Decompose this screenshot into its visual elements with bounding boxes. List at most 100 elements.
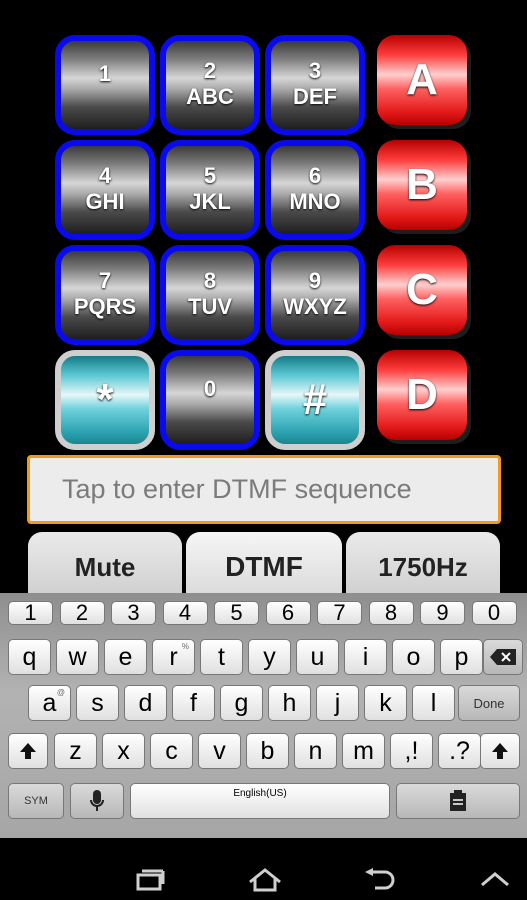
shift-key-left[interactable] [8, 733, 48, 769]
letter-key-r[interactable]: r% [152, 639, 195, 675]
key-char: w [68, 642, 87, 671]
done-key[interactable]: Done [458, 685, 520, 721]
letter-key-t[interactable]: t [200, 639, 243, 675]
dtmf-sequence-field[interactable] [27, 455, 501, 524]
number-key-5[interactable]: 5 [214, 600, 259, 625]
letter-key-u[interactable]: u [296, 639, 339, 675]
key-7[interactable]: 7 PQRS [55, 245, 155, 345]
key-d[interactable]: D [377, 350, 467, 440]
letter-key-l[interactable]: l [412, 685, 455, 721]
number-key-9[interactable]: 9 [420, 600, 465, 625]
hide-keyboard-button[interactable] [478, 866, 512, 894]
key-char: j [334, 688, 341, 717]
letter-key-p[interactable]: p [440, 639, 483, 675]
key-6[interactable]: 6 MNO [265, 140, 365, 240]
letter-key-o[interactable]: o [392, 639, 435, 675]
number-key-2[interactable]: 2 [59, 600, 105, 625]
letter-key-g[interactable]: g [220, 685, 263, 721]
key-char: t [218, 642, 225, 671]
key-letters: GHI [85, 189, 125, 214]
number-key-8[interactable]: 8 [368, 600, 414, 625]
key-letters: TUV [188, 294, 232, 319]
key-char: y [263, 642, 276, 671]
letter-key-e[interactable]: e [104, 639, 147, 675]
letter-key-y[interactable]: y [248, 639, 291, 675]
letter-key-8[interactable]: .? [438, 733, 481, 769]
number-key-6[interactable]: 6 [265, 600, 311, 625]
letter-key-j[interactable]: j [316, 685, 359, 721]
key-1[interactable]: 1 [55, 35, 155, 135]
number-key-7[interactable]: 7 [317, 600, 362, 625]
number-key-0[interactable]: 0 [471, 600, 517, 625]
key-label: # [302, 375, 328, 424]
back-button[interactable] [362, 866, 396, 894]
key-char: 9 [436, 600, 449, 625]
letter-key-a[interactable]: a @ [28, 685, 71, 721]
key-char: 1 [24, 600, 37, 625]
shift-icon [492, 743, 508, 759]
clipboard-key[interactable] [396, 783, 520, 819]
tab-dtmf[interactable]: DTMF [186, 532, 342, 602]
sym-key[interactable]: SYM [8, 783, 64, 819]
letter-key-1[interactable]: x [102, 733, 145, 769]
space-key[interactable]: English(US) [130, 783, 390, 819]
key-0[interactable]: 0 [160, 350, 260, 450]
key-char: r [169, 642, 178, 671]
tab-mute[interactable]: Mute [28, 532, 182, 602]
key-3[interactable]: 3 DEF [265, 35, 365, 135]
key-label: D [406, 370, 438, 419]
key-star[interactable]: * [55, 350, 155, 450]
backspace-icon [490, 649, 516, 665]
key-char: 3 [127, 600, 140, 625]
key-hash[interactable]: # [265, 350, 365, 450]
number-key-4[interactable]: 4 [162, 600, 208, 625]
dtmf-sequence-input[interactable] [60, 473, 498, 506]
key-char: u [310, 642, 325, 671]
key-9[interactable]: 9 WXYZ [265, 245, 365, 345]
backspace-key[interactable] [483, 639, 523, 675]
letter-key-h[interactable]: h [268, 685, 311, 721]
letter-key-3[interactable]: v [198, 733, 241, 769]
letter-key-k[interactable]: k [364, 685, 407, 721]
letter-key-0[interactable]: z [54, 733, 97, 769]
key-8[interactable]: 8 TUV [160, 245, 260, 345]
key-char: 2 [75, 600, 89, 625]
letter-key-2[interactable]: c [150, 733, 193, 769]
letter-key-7[interactable]: ,! [390, 733, 433, 769]
letter-key-s[interactable]: s [76, 685, 119, 721]
key-char: g [234, 688, 249, 717]
shift-icon [20, 743, 36, 759]
key-number: 7 [98, 268, 112, 293]
letter-key-4[interactable]: b [246, 733, 289, 769]
shift-key-right[interactable] [480, 733, 520, 769]
voice-input-key[interactable] [70, 783, 124, 819]
key-c[interactable]: C [377, 245, 467, 335]
recent-apps-button[interactable] [133, 866, 167, 894]
tab-1750hz[interactable]: 1750Hz [346, 532, 500, 602]
letter-key-5[interactable]: n [294, 733, 337, 769]
key-char: e [118, 642, 133, 671]
key-number: 6 [308, 163, 322, 188]
number-key-1[interactable]: 1 [8, 600, 53, 625]
key-a[interactable]: A [377, 35, 467, 125]
home-button[interactable] [246, 866, 284, 894]
key-2[interactable]: 2 ABC [160, 35, 260, 135]
number-key-3[interactable]: 3 [111, 600, 156, 625]
letter-key-q[interactable]: q [8, 639, 51, 675]
letter-key-d[interactable]: d [124, 685, 167, 721]
key-4[interactable]: 4 GHI [55, 140, 155, 240]
letter-key-f[interactable]: f [172, 685, 215, 721]
key-hint: @ [56, 688, 65, 697]
key-number: 5 [203, 163, 217, 188]
key-char: i [362, 642, 369, 671]
letter-key-w[interactable]: w [56, 639, 99, 675]
letter-key-6[interactable]: m [342, 733, 385, 769]
key-hint: % [181, 642, 189, 651]
key-letters: JKL [189, 189, 231, 214]
key-char: v [213, 736, 226, 765]
key-number: 2 [203, 58, 217, 83]
key-char: English(US) [233, 788, 287, 799]
letter-key-i[interactable]: i [344, 639, 387, 675]
key-5[interactable]: 5 JKL [160, 140, 260, 240]
key-b[interactable]: B [377, 140, 467, 230]
